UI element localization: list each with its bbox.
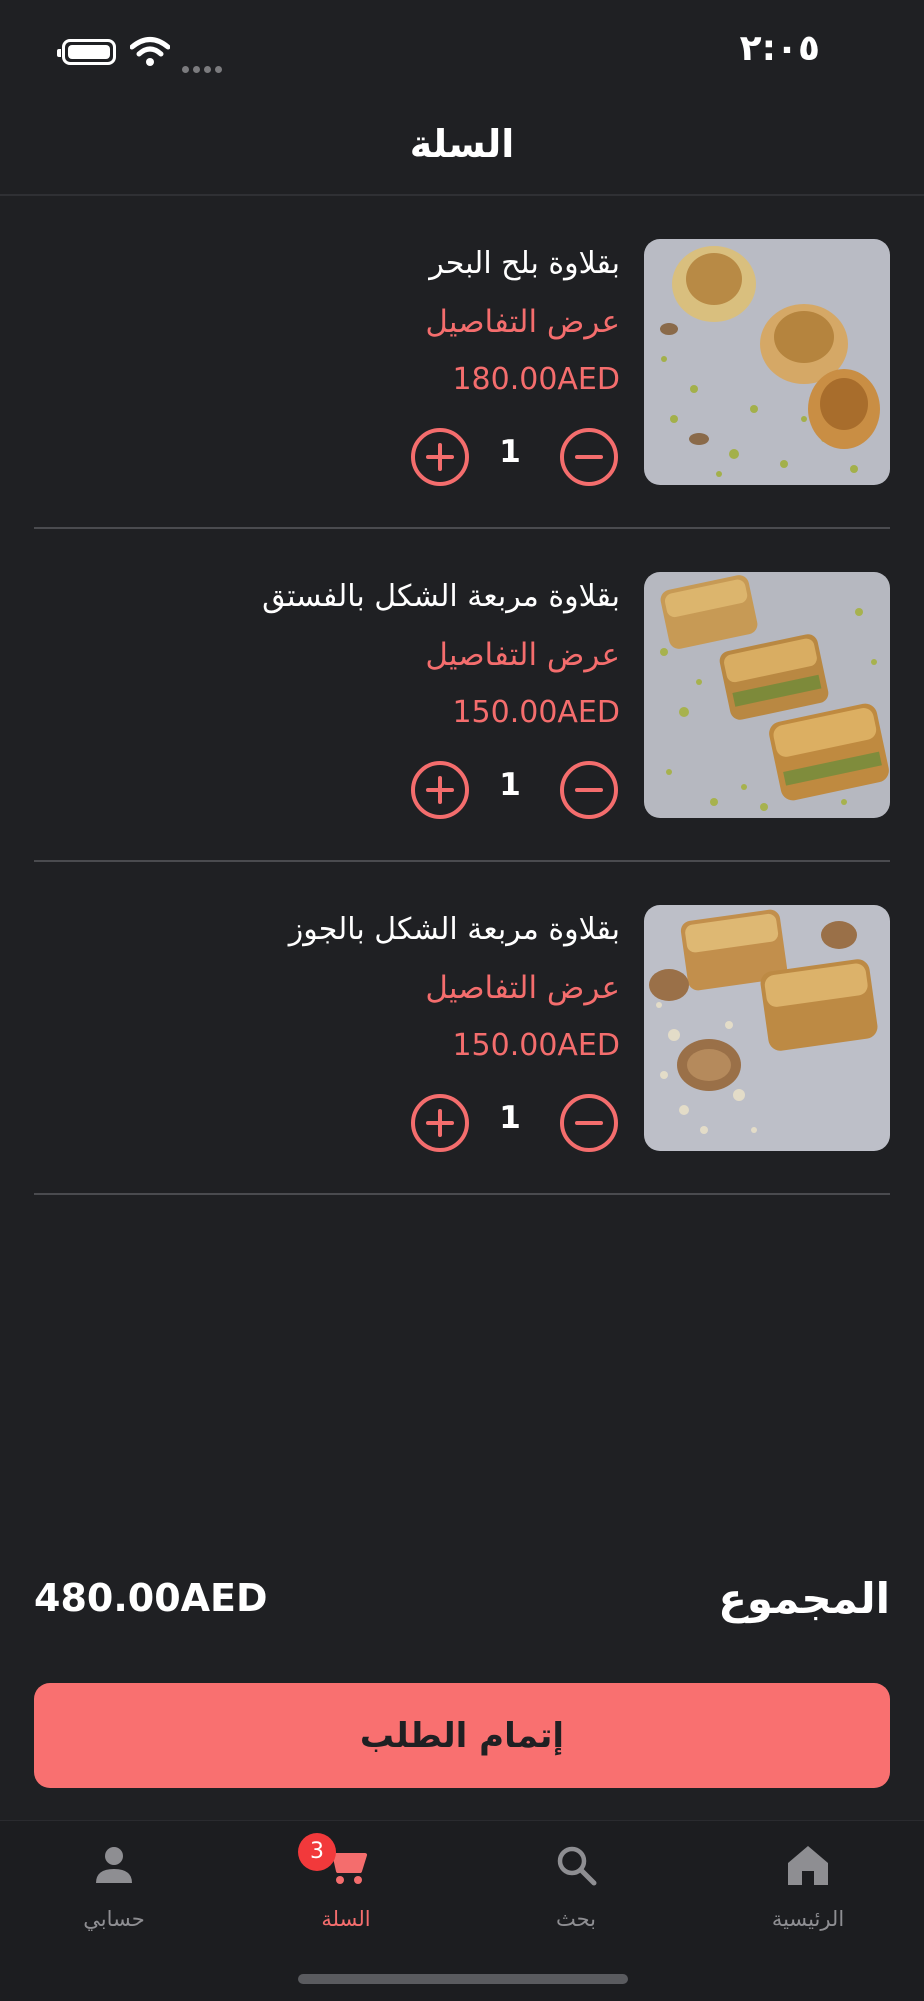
product-image[interactable]: [644, 239, 890, 485]
page-title: السلة: [409, 122, 515, 166]
tab-home[interactable]: الرئيسية: [718, 1831, 898, 1951]
status-bar: ٢:٠٥: [0, 0, 924, 100]
product-price: 180.00AED: [452, 362, 620, 397]
total-label: المجموع: [718, 1574, 890, 1623]
tab-cart[interactable]: 3 السلة: [256, 1831, 436, 1951]
cart-count-badge: 3: [298, 1833, 336, 1871]
product-price: 150.00AED: [452, 695, 620, 730]
checkout-button[interactable]: إتمام الطلب: [34, 1683, 890, 1788]
view-details-link[interactable]: عرض التفاصيل: [425, 637, 620, 673]
increase-quantity-button[interactable]: [411, 428, 469, 486]
decrease-quantity-button[interactable]: [560, 428, 618, 486]
minus-icon: [575, 455, 603, 459]
product-name: بقلاوة بلح البحر: [429, 246, 620, 281]
quantity-value: 1: [499, 1100, 521, 1136]
increase-quantity-button[interactable]: [411, 761, 469, 819]
cellular-signal-icon: [182, 58, 228, 73]
cart-item: بقلاوة مربعة الشكل بالفستق عرض التفاصيل …: [0, 529, 924, 862]
view-details-link[interactable]: عرض التفاصيل: [425, 970, 620, 1006]
quantity-value: 1: [499, 767, 521, 803]
increase-quantity-button[interactable]: [411, 1094, 469, 1152]
tab-home-label: الرئيسية: [771, 1907, 845, 1931]
plus-icon: [426, 443, 454, 471]
minus-icon: [575, 1121, 603, 1125]
total-row: المجموع 480.00AED: [34, 1570, 890, 1640]
total-amount: 480.00AED: [34, 1576, 268, 1620]
cart-item: بقلاوة بلح البحر عرض التفاصيل 180.00AED …: [0, 196, 924, 529]
product-price: 150.00AED: [452, 1028, 620, 1063]
battery-icon: [57, 39, 116, 65]
view-details-link[interactable]: عرض التفاصيل: [425, 304, 620, 340]
divider: [34, 1193, 890, 1195]
product-image[interactable]: [644, 905, 890, 1151]
cart-list: بقلاوة بلح البحر عرض التفاصيل 180.00AED …: [0, 196, 924, 1195]
home-icon: [788, 1846, 828, 1885]
tab-cart-label: السلة: [321, 1907, 371, 1931]
plus-icon: [426, 776, 454, 804]
person-icon: [96, 1847, 132, 1883]
quantity-value: 1: [499, 434, 521, 470]
status-time: ٢:٠٥: [739, 28, 820, 69]
page-header: السلة: [0, 100, 924, 196]
tab-search[interactable]: بحث: [486, 1831, 666, 1951]
search-icon: [557, 1846, 597, 1886]
home-indicator: [298, 1974, 628, 1984]
product-name: بقلاوة مربعة الشكل بالجوز: [288, 912, 620, 947]
plus-icon: [426, 1109, 454, 1137]
tab-account-label: حسابي: [83, 1907, 145, 1931]
cart-item: بقلاوة مربعة الشكل بالجوز عرض التفاصيل 1…: [0, 862, 924, 1195]
decrease-quantity-button[interactable]: [560, 1094, 618, 1152]
wifi-icon: [130, 37, 170, 66]
decrease-quantity-button[interactable]: [560, 761, 618, 819]
tab-search-label: بحث: [555, 1907, 597, 1931]
minus-icon: [575, 788, 603, 792]
product-image[interactable]: [644, 572, 890, 818]
product-name: بقلاوة مربعة الشكل بالفستق: [262, 579, 620, 614]
tab-account[interactable]: حسابي: [24, 1831, 204, 1951]
